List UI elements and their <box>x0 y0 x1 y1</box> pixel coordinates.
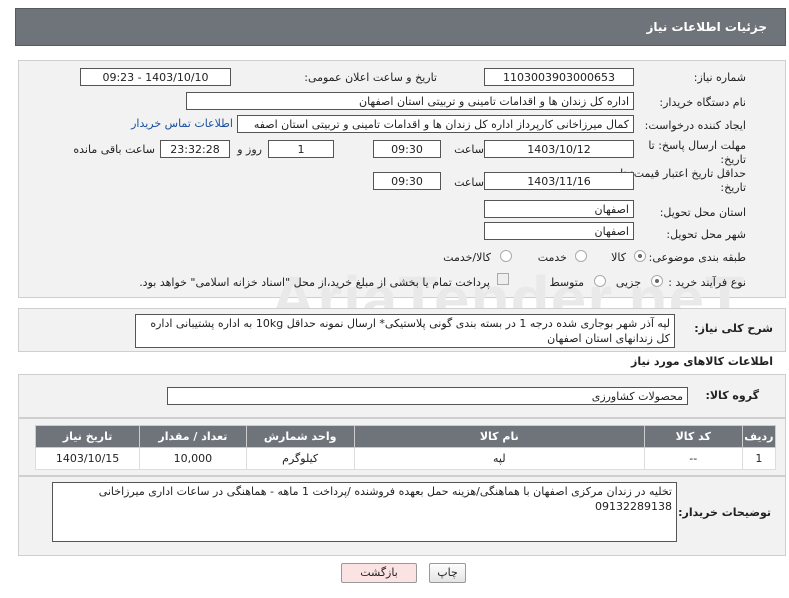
goods-section-title: اطلاعات کالاهای مورد نیاز <box>631 355 773 368</box>
need-number-field: 1103003903000653 <box>484 68 634 86</box>
cell-qty: 10,000 <box>139 447 247 470</box>
days-label: روز و <box>237 143 262 156</box>
city-label: شهر محل تحویل: <box>666 228 746 241</box>
description-label: شرح کلی نیاز: <box>694 322 773 335</box>
city-field: اصفهان <box>484 222 634 240</box>
page-title: جزئیات اطلاعات نیاز <box>646 20 767 34</box>
creator-label: ایجاد کننده درخواست: <box>644 119 746 132</box>
goods-group-field: محصولات کشاورزی <box>167 387 688 405</box>
process-radio-medium[interactable] <box>594 275 606 287</box>
category-option-goods-service: کالا/خدمت <box>443 251 491 264</box>
category-radio-goods[interactable] <box>634 250 646 262</box>
validity-date-field: 1403/11/16 <box>484 172 634 190</box>
goods-table: ردیف کد کالا نام کالا واحد شمارش تعداد /… <box>34 425 777 470</box>
buyer-org-label: نام دستگاه خریدار: <box>659 96 746 109</box>
validity-label: حداقل تاریخ اعتبار قیمت: تا <box>620 167 746 180</box>
process-option-minor: جزیی <box>615 276 641 289</box>
buyer-notes-textarea[interactable]: تخلیه در زندان مرکزی اصفهان با هماهنگی/ه… <box>52 482 677 542</box>
col-row: ردیف <box>741 425 777 448</box>
province-field: اصفهان <box>484 200 634 218</box>
category-radio-service[interactable] <box>575 250 587 262</box>
days-field: 1 <box>268 140 334 158</box>
validity-time-label: ساعت <box>454 176 484 189</box>
print-button[interactable]: چاپ <box>429 563 466 583</box>
col-qty: تعداد / مقدار <box>139 425 247 448</box>
process-label: نوع فرآیند خرید : <box>668 276 746 289</box>
treasury-payment-note: پرداخت تمام یا بخشی از مبلغ خرید،از محل … <box>139 276 490 289</box>
category-label: طبقه بندی موضوعی: <box>648 251 746 264</box>
buyer-notes-label: توضیحات خریدار: <box>678 506 771 519</box>
deadline-time-field: 09:30 <box>373 140 441 158</box>
col-name: نام کالا <box>353 425 645 448</box>
need-number-label: شماره نیاز: <box>693 71 746 84</box>
cell-date: 1403/10/15 <box>34 447 141 470</box>
deadline-date-field: 1403/10/12 <box>484 140 634 158</box>
category-radio-goods-service[interactable] <box>500 250 512 262</box>
province-label: استان محل تحویل: <box>659 206 746 219</box>
col-code: کد کالا <box>643 425 743 448</box>
cell-row: 1 <box>741 447 777 470</box>
validity-date-label: تاریخ: <box>720 181 746 194</box>
goods-table-header: ردیف کد کالا نام کالا واحد شمارش تعداد /… <box>34 425 777 448</box>
deadline-label: مهلت ارسال پاسخ: تا <box>648 139 746 152</box>
contact-buyer-link[interactable]: اطلاعات تماس خریدار <box>123 117 233 130</box>
remaining-label: ساعت باقی مانده <box>73 143 155 156</box>
treasury-payment-checkbox[interactable] <box>497 273 509 285</box>
cell-unit: کیلوگرم <box>245 447 355 470</box>
table-row: 1 -- لپه کیلوگرم 10,000 1403/10/15 <box>34 447 777 470</box>
goods-group-label: گروه کالا: <box>705 389 759 402</box>
category-option-goods: کالا <box>611 251 626 264</box>
remaining-time-field: 23:32:28 <box>160 140 230 158</box>
validity-time-field: 09:30 <box>373 172 441 190</box>
col-date: تاریخ نیاز <box>34 425 141 448</box>
deadline-time-label: ساعت <box>454 143 484 156</box>
deadline-date-label: تاریخ: <box>720 153 746 166</box>
col-unit: واحد شمارش <box>245 425 355 448</box>
announce-field: 1403/10/10 - 09:23 <box>80 68 231 86</box>
announce-label: تاریخ و ساعت اعلان عمومی: <box>304 71 437 84</box>
back-button[interactable]: بازگشت <box>341 563 417 583</box>
cell-code: -- <box>643 447 743 470</box>
page-header: جزئیات اطلاعات نیاز <box>15 8 786 46</box>
creator-field: کمال میرزاخانی کارپرداز اداره کل زندان ه… <box>237 115 634 133</box>
category-option-service: خدمت <box>537 251 567 264</box>
process-option-medium: متوسط <box>549 276 584 289</box>
buyer-org-field: اداره کل زندان ها و اقدامات تامینی و ترب… <box>186 92 634 110</box>
process-radio-minor[interactable] <box>651 275 663 287</box>
description-textarea[interactable]: لپه آذر شهر بوجاری شده درجه 1 در بسته بن… <box>135 314 675 348</box>
cell-name: لپه <box>353 447 645 470</box>
